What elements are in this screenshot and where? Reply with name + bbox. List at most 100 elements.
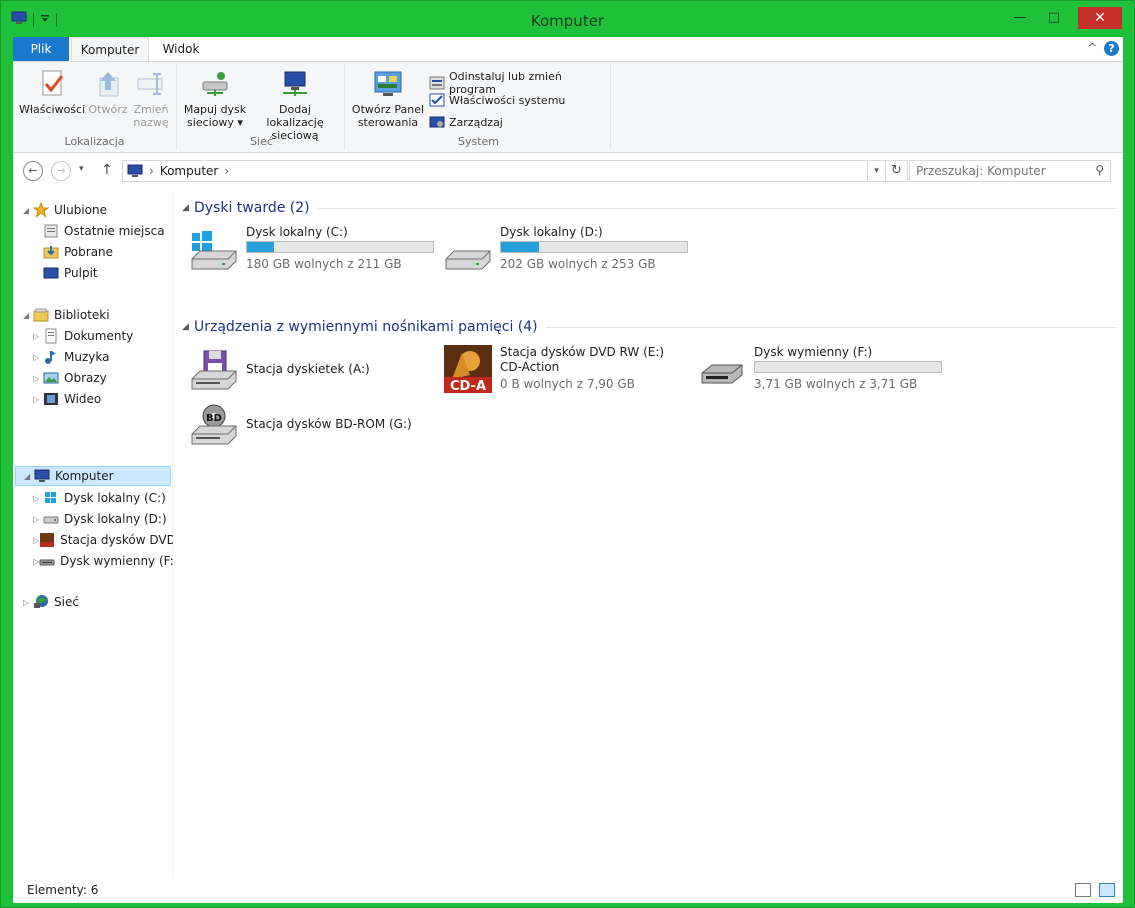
nav-item-drive-c[interactable]: ▷ Dysk lokalny (C:) [13,488,173,508]
refresh-button[interactable]: ↻ [886,160,908,182]
hard-drive-icon [43,511,59,527]
address-history-dropdown[interactable]: ▾ [868,160,886,182]
add-network-location-button[interactable]: Dodaj lokalizację sieciową [249,68,341,142]
properties-button[interactable]: Właściwości [19,68,85,116]
drive-e[interactable]: CD-A Stacja dysków DVD RW (E:) CD-Action… [444,345,694,395]
collapsed-arrow-icon[interactable]: ▷ [33,353,43,362]
group-collapse-icon[interactable]: ◢ [182,203,194,213]
map-drive-button[interactable]: Mapuj dysk sieciowy ▾ [183,68,247,129]
nav-item-pictures[interactable]: ▷ Obrazy [13,368,173,388]
rename-icon [135,68,167,100]
nav-item-music[interactable]: ▷ Muzyka [13,347,173,367]
expand-arrow-icon[interactable]: ◢ [23,206,33,215]
network-icon [33,594,49,610]
nav-item-desktop[interactable]: Pulpit [13,263,173,283]
properties-label: Właściwości [19,103,86,116]
drive-name: Stacja dysków BD-ROM (G:) [246,417,412,431]
drive-a[interactable]: Stacja dyskietek (A:) [190,345,440,395]
nav-item-video[interactable]: ▷ Wideo [13,389,173,409]
manage-button[interactable]: Zarządzaj [429,114,503,130]
network-drive-icon [199,68,231,100]
ribbon: Właściwości Otwórz Zmień nazwę Lokalizac… [13,61,1123,153]
search-input[interactable] [916,161,1086,181]
minimize-button[interactable]: — [1006,7,1034,27]
nav-label: Komputer [55,469,114,483]
collapsed-arrow-icon[interactable]: ▷ [33,332,43,341]
breadcrumb-computer[interactable]: Komputer [160,164,219,178]
nav-item-recent[interactable]: Ostatnie miejsca [13,221,173,241]
forward-button[interactable]: → [51,161,71,181]
group-header-hard-drives[interactable]: ◢ Dyski twarde (2) [182,198,1116,218]
details-view-button[interactable] [1075,883,1091,897]
window-title: Komputer [530,12,605,30]
drive-f[interactable]: Dysk wymienny (F:) 3,71 GB wolnych z 3,7… [698,345,948,395]
drive-name: Stacja dysków DVD RW (E:) [500,345,665,359]
divider [545,326,1116,328]
tab-file[interactable]: Plik [13,37,69,61]
group-title: Urządzenia z wymiennymi nośnikami pamięc… [194,319,538,335]
add-location-label-1: Dodaj lokalizację [266,103,324,129]
breadcrumb-separator[interactable]: › [224,164,229,178]
nav-label: Pulpit [64,266,98,280]
computer-icon [127,164,143,178]
group-header-removable[interactable]: ◢ Urządzenia z wymiennymi nośnikami pami… [182,317,1116,337]
group-label-system: System [457,135,500,148]
collapsed-arrow-icon[interactable]: ▷ [23,598,33,607]
item-count: Elementy: 6 [27,883,99,897]
map-drive-label-2: sieciowy ▾ [187,116,243,129]
drive-g[interactable]: BD Stacja dysków BD-ROM (G:) [190,400,440,450]
large-icons-view-button[interactable] [1099,883,1115,897]
floppy-drive-icon [190,349,238,393]
drive-name: Dysk lokalny (D:) [500,225,603,239]
nav-label: Stacja dysków DVD RW (E:) [60,533,173,547]
expand-arrow-icon[interactable]: ◢ [23,311,33,320]
nav-item-network[interactable]: ▷ Sieć [13,592,173,612]
drive-name: Stacja dyskietek (A:) [246,362,370,376]
drive-d[interactable]: Dysk lokalny (D:) 202 GB wolnych z 253 G… [444,225,694,275]
rename-button[interactable]: Zmień nazwę [131,68,171,129]
maximize-button[interactable]: □ [1040,7,1068,27]
collapsed-arrow-icon[interactable]: ▷ [33,395,43,404]
drive-c[interactable]: Dysk lokalny (C:) 180 GB wolnych z 211 G… [190,225,440,275]
search-box[interactable]: ⚲ [909,160,1111,182]
nav-item-drive-f[interactable]: ▷ Dysk wymienny (F:) [13,551,173,571]
recent-locations-button[interactable]: ▾ [79,164,84,174]
nav-label: Dysk lokalny (C:) [64,491,166,505]
nav-item-favorites[interactable]: ◢ Ulubione [13,200,173,220]
collapse-ribbon-button[interactable]: ^ [1088,41,1097,54]
address-bar[interactable]: › Komputer › [122,160,868,182]
help-button[interactable]: ? [1104,41,1119,56]
view-switcher [1075,883,1115,897]
nav-item-downloads[interactable]: Pobrane [13,242,173,262]
tab-view[interactable]: Widok [151,37,211,61]
star-icon [32,201,50,218]
collapsed-arrow-icon[interactable]: ▷ [33,515,43,524]
open-button[interactable]: Otwórz [87,68,129,116]
manage-icon [429,114,445,130]
system-properties-label: Właściwości systemu [449,93,566,107]
capacity-bar [754,361,942,373]
breadcrumb-separator[interactable]: › [149,164,154,178]
search-icon[interactable]: ⚲ [1095,163,1104,177]
nav-item-computer[interactable]: ◢ Komputer [15,466,171,486]
group-collapse-icon[interactable]: ◢ [182,322,194,332]
drive-name: Dysk lokalny (C:) [246,225,348,239]
close-button[interactable]: ✕ [1078,7,1122,29]
collapsed-arrow-icon[interactable]: ▷ [33,494,43,503]
nav-label: Sieć [54,595,79,609]
nav-item-libraries[interactable]: ◢ Biblioteki [13,305,173,325]
nav-item-drive-d[interactable]: ▷ Dysk lokalny (D:) [13,509,173,529]
up-button[interactable]: ↑ [101,162,113,178]
collapsed-arrow-icon[interactable]: ▷ [33,374,43,383]
system-properties-button[interactable]: Właściwości systemu [429,92,565,108]
nav-item-drive-e[interactable]: ▷ Stacja dysków DVD RW (E:) [13,530,173,550]
divider [317,207,1116,209]
nav-label: Dysk lokalny (D:) [64,512,167,526]
control-panel-label-1: Otwórz Panel [351,103,425,116]
nav-item-documents[interactable]: ▷ Dokumenty [13,326,173,346]
back-button[interactable]: ← [23,161,43,181]
tab-computer[interactable]: Komputer [71,37,149,61]
title-bar[interactable]: Komputer — □ ✕ [1,1,1134,37]
expand-arrow-icon[interactable]: ◢ [24,472,34,481]
control-panel-button[interactable]: Otwórz Panel sterowania [351,68,425,129]
